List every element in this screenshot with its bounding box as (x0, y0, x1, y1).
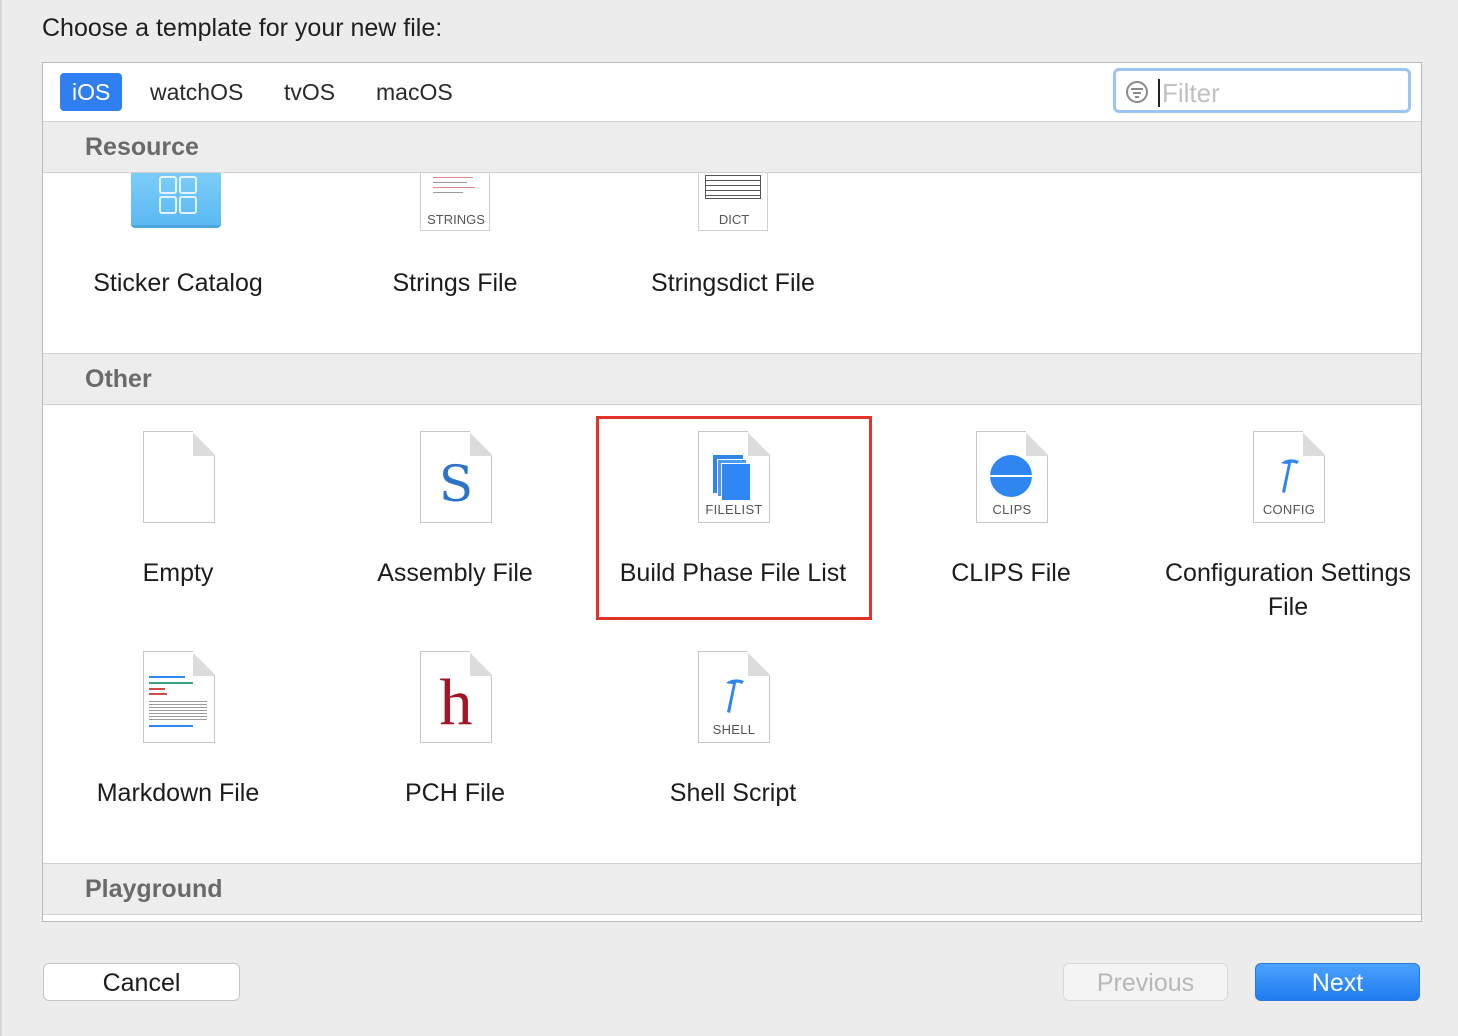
hammer-icon (1281, 459, 1299, 493)
stringsdict-file-icon: DICT (698, 173, 768, 231)
icon-badge: SHELL (712, 722, 756, 737)
sticker-catalog-icon (131, 173, 221, 225)
template-label: Assembly File (377, 559, 533, 587)
tab-macos[interactable]: macOS (364, 73, 465, 111)
filter-field[interactable] (1113, 68, 1411, 113)
markdown-file-icon (143, 651, 215, 743)
dialog-prompt: Choose a template for your new file: (42, 14, 443, 42)
template-sticker-catalog[interactable]: Sticker Catalog (43, 173, 313, 353)
selection-highlight-box (596, 416, 872, 620)
hammer-icon (726, 679, 744, 713)
filter-input[interactable] (1160, 75, 1404, 111)
strings-file-icon: STRINGS (420, 173, 490, 231)
template-clips-file[interactable]: CLIPS CLIPS File (876, 431, 1146, 651)
clips-icon: CLIPS (976, 431, 1048, 523)
icon-badge: CONFIG (1262, 502, 1316, 517)
section-header-other: Other (43, 353, 1421, 405)
template-label: PCH File (404, 779, 505, 807)
icon-glyph: S (438, 455, 474, 513)
previous-button[interactable]: Previous (1063, 963, 1228, 1001)
template-pch-file[interactable]: h PCH File (320, 651, 590, 831)
template-label: Sticker Catalog (93, 269, 263, 297)
template-label: Stringsdict File (651, 269, 815, 297)
template-shell-script[interactable]: SHELL Shell Script (598, 651, 868, 831)
section-title: Other (85, 365, 152, 393)
template-configuration-settings-file[interactable]: CONFIG Configuration Settings File (1153, 431, 1421, 651)
window-edge (0, 0, 2, 1036)
tab-ios[interactable]: iOS (60, 73, 123, 111)
section-title: Playground (85, 875, 223, 903)
tab-tvos[interactable]: tvOS (272, 73, 347, 111)
template-label: CLIPS File (951, 559, 1071, 587)
template-assembly-file[interactable]: S Assembly File (320, 431, 590, 651)
assembly-file-icon: S (420, 431, 492, 523)
template-label: Shell Script (669, 779, 797, 807)
pch-file-icon: h (420, 651, 492, 743)
config-icon: CONFIG (1253, 431, 1325, 523)
section-title: Resource (85, 133, 199, 161)
filter-icon (1126, 81, 1148, 103)
shell-script-icon: SHELL (698, 651, 770, 743)
template-label: Empty (142, 559, 214, 587)
next-button[interactable]: Next (1255, 963, 1420, 1001)
template-stringsdict-file[interactable]: DICT Stringsdict File (598, 173, 868, 353)
template-label: Markdown File (96, 779, 260, 807)
template-markdown-file[interactable]: Markdown File (43, 651, 313, 831)
icon-badge: STRINGS (427, 212, 485, 227)
icon-badge: DICT (718, 212, 750, 227)
template-label: Configuration Settings File (1165, 559, 1411, 621)
section-header-resource: Resource (43, 121, 1421, 173)
icon-glyph: h (439, 666, 473, 739)
template-strings-file[interactable]: STRINGS Strings File (320, 173, 590, 353)
empty-file-icon (143, 431, 215, 523)
tab-watchos[interactable]: watchOS (138, 73, 255, 111)
template-label: Strings File (392, 269, 518, 297)
section-header-playground: Playground (43, 863, 1421, 915)
template-empty[interactable]: Empty (43, 431, 313, 651)
cancel-button[interactable]: Cancel (43, 963, 240, 1001)
icon-badge: CLIPS (992, 502, 1032, 517)
platform-bar: iOS watchOS tvOS macOS (43, 63, 1421, 122)
